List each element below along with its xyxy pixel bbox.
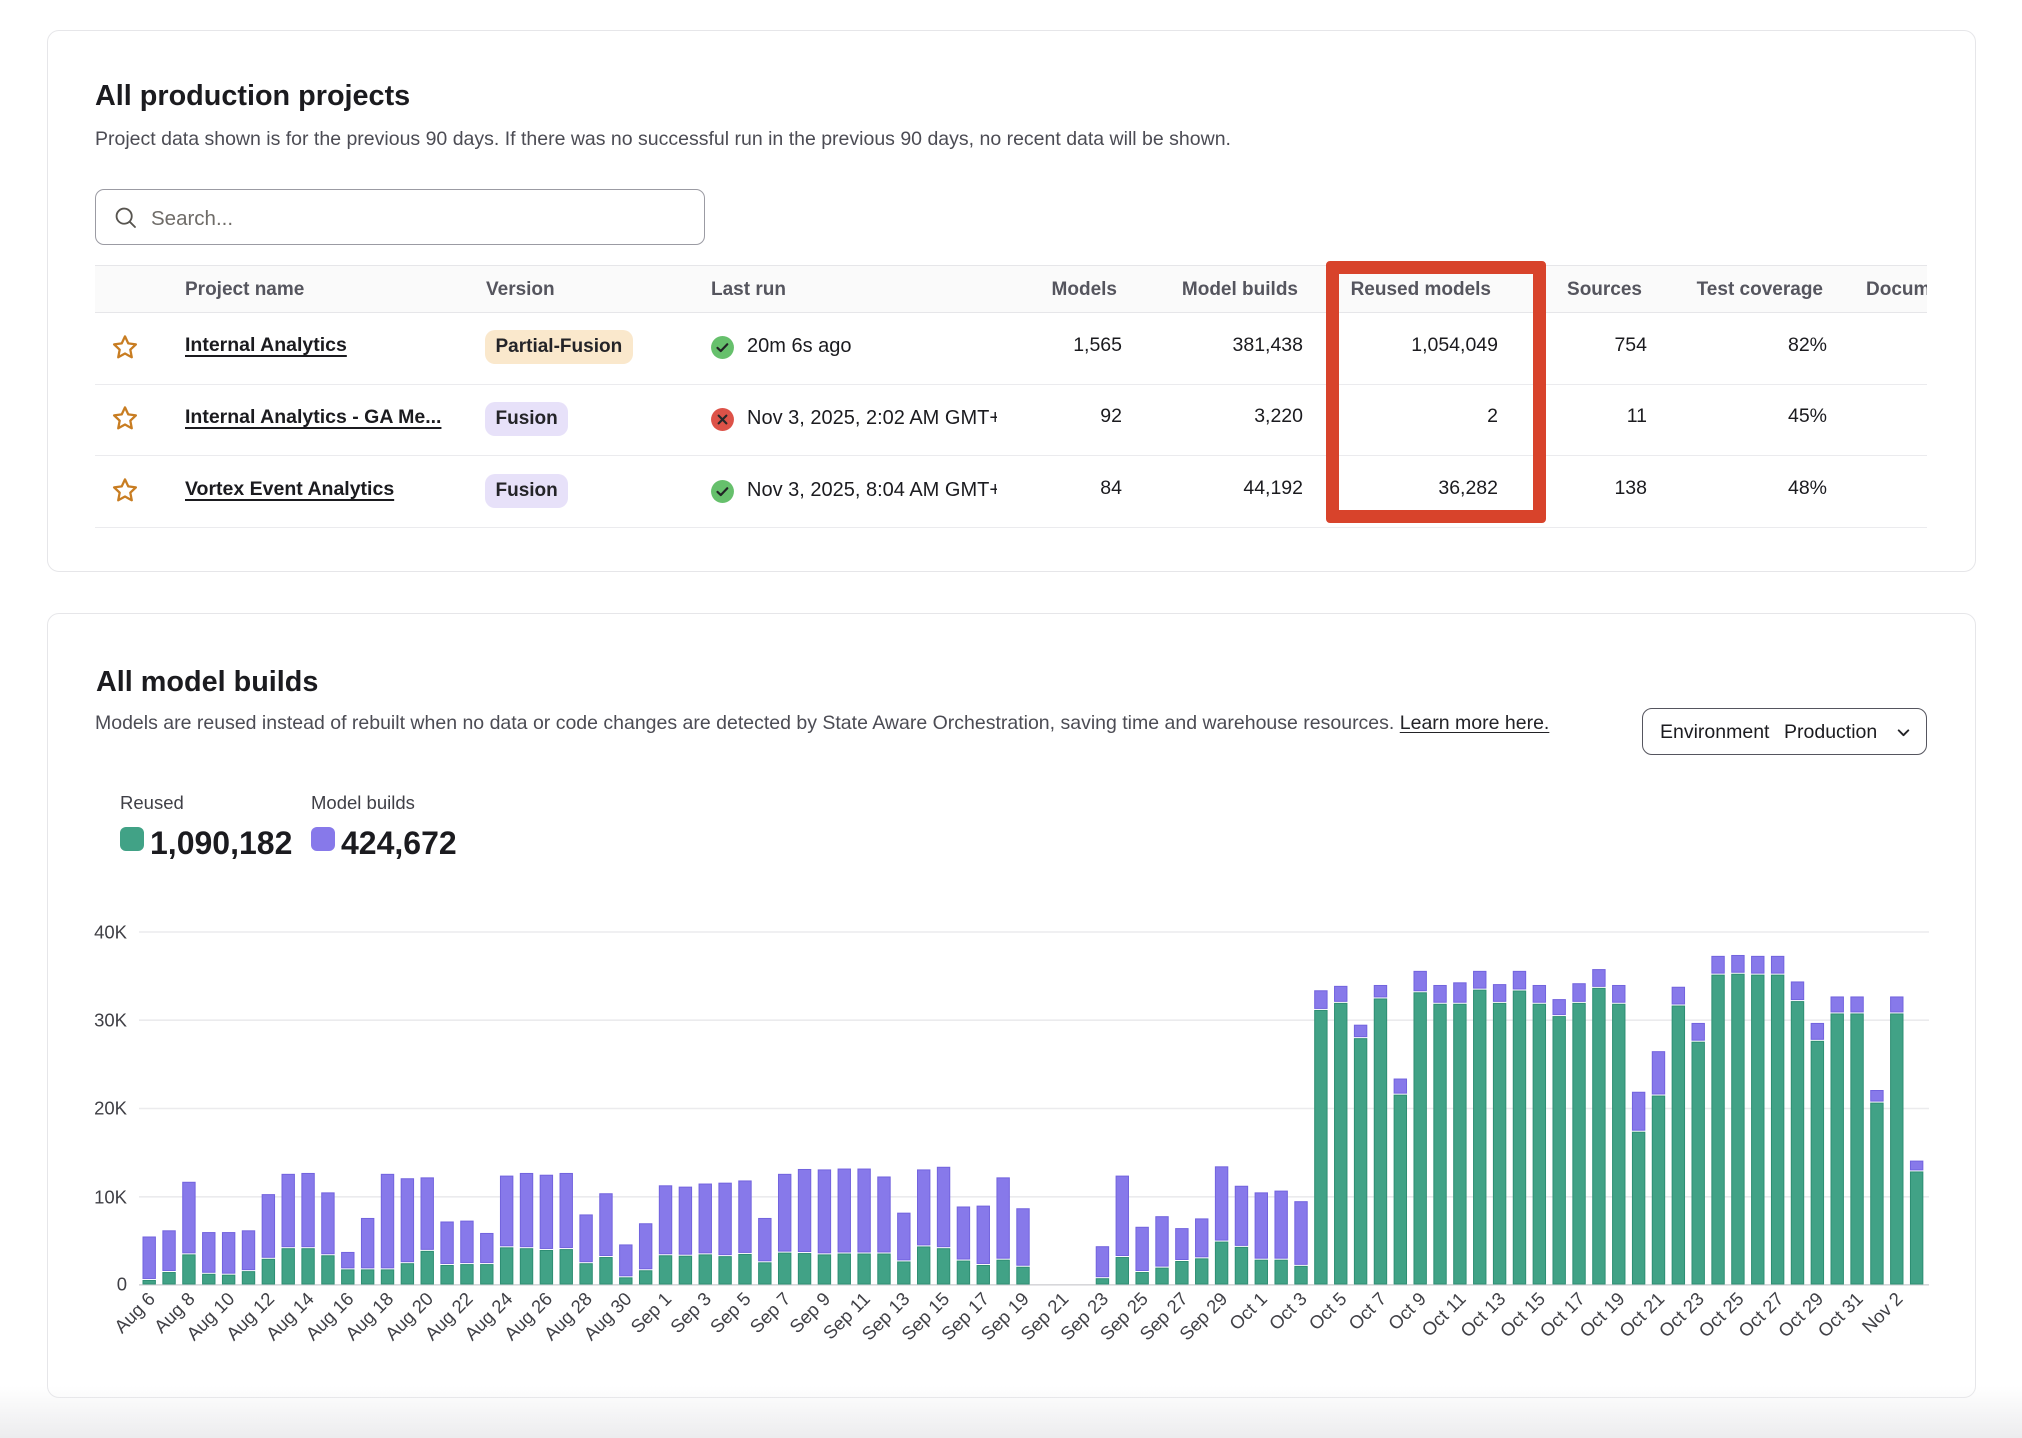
svg-text:Oct 31: Oct 31 [1814, 1288, 1867, 1341]
svg-text:Oct 1: Oct 1 [1225, 1288, 1271, 1334]
svg-text:Oct 7: Oct 7 [1344, 1288, 1390, 1334]
svg-text:Sep 1: Sep 1 [626, 1288, 675, 1337]
svg-text:Sep 3: Sep 3 [666, 1288, 715, 1337]
svg-text:10K: 10K [94, 1187, 128, 1208]
svg-text:30K: 30K [94, 1010, 128, 1031]
svg-text:Sep 7: Sep 7 [745, 1288, 794, 1337]
svg-text:Sep 5: Sep 5 [706, 1288, 755, 1337]
svg-text:Nov 2: Nov 2 [1858, 1288, 1907, 1337]
svg-text:Oct 3: Oct 3 [1265, 1288, 1311, 1334]
svg-text:40K: 40K [94, 922, 128, 943]
svg-text:Oct 5: Oct 5 [1304, 1288, 1350, 1334]
svg-text:Aug 6: Aug 6 [110, 1288, 159, 1337]
svg-text:20K: 20K [94, 1098, 128, 1119]
svg-text:0: 0 [117, 1274, 127, 1295]
